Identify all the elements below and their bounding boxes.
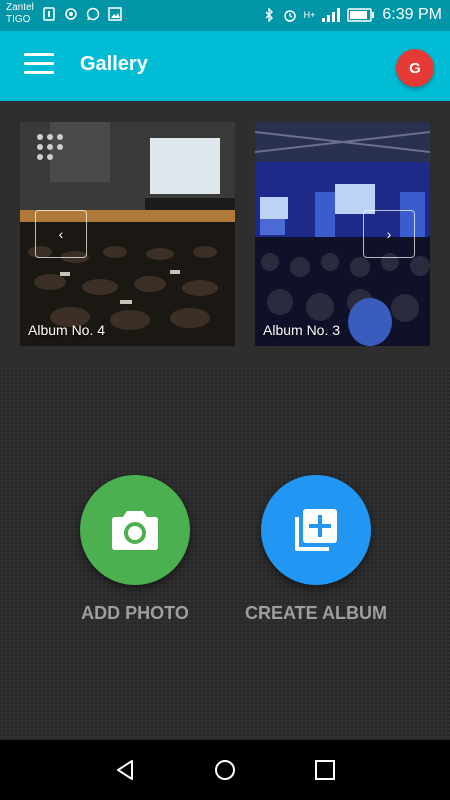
prev-album-button[interactable]: ‹ xyxy=(35,210,87,258)
album-title: Album No. 4 xyxy=(28,322,106,338)
album-card[interactable]: ‹ Album No. 4 xyxy=(20,122,235,346)
network-type-label: H+ xyxy=(303,10,316,20)
add-photo-label: ADD PHOTO xyxy=(81,603,189,623)
status-time: 6:39 PM xyxy=(382,6,442,23)
menu-button[interactable] xyxy=(24,53,54,79)
bluetooth-icon xyxy=(265,8,273,22)
home-icon[interactable] xyxy=(213,758,237,782)
battery-icon xyxy=(347,8,375,22)
create-album-button[interactable]: CREATE ALBUM xyxy=(216,475,416,624)
status-bar: Zantel TIGO H+ 6:39 PM xyxy=(0,0,450,31)
add-photo-circle[interactable] xyxy=(80,475,190,585)
carrier-label: Zantel TIGO xyxy=(6,2,34,26)
signal-icon xyxy=(322,8,341,22)
add-to-photos-icon xyxy=(295,509,337,551)
action-panel: ADD PHOTO CREATE ALBUM xyxy=(0,367,450,740)
carrier-top: Zantel xyxy=(6,2,34,13)
add-photo-button[interactable]: ADD PHOTO xyxy=(35,475,235,624)
whatsapp-icon xyxy=(86,7,100,21)
alarm-icon xyxy=(283,10,296,22)
camera-icon xyxy=(112,511,158,550)
album-card[interactable]: › Album No. 3 xyxy=(255,122,430,346)
avatar[interactable]: G xyxy=(396,49,434,87)
carrier-bottom: TIGO xyxy=(6,14,31,25)
back-icon[interactable] xyxy=(113,758,137,782)
recents-icon[interactable] xyxy=(313,758,337,782)
image-notify-icon xyxy=(108,7,122,21)
album-gallery[interactable]: ‹ Album No. 4 › Album No. 3 xyxy=(0,101,450,367)
create-album-circle[interactable] xyxy=(261,475,371,585)
camera-notify-icon xyxy=(65,8,77,20)
app-bar: Gallery G xyxy=(0,31,450,101)
notification-icons xyxy=(42,7,122,21)
page-title: Gallery xyxy=(80,53,148,75)
create-album-label: CREATE ALBUM xyxy=(245,603,387,623)
sim-icon xyxy=(43,7,55,21)
album-title: Album No. 3 xyxy=(263,322,341,338)
hamburger-icon xyxy=(24,53,54,56)
next-album-button[interactable]: › xyxy=(363,210,415,258)
system-icons: H+ 6:39 PM xyxy=(262,6,442,24)
system-nav-bar xyxy=(0,740,450,800)
